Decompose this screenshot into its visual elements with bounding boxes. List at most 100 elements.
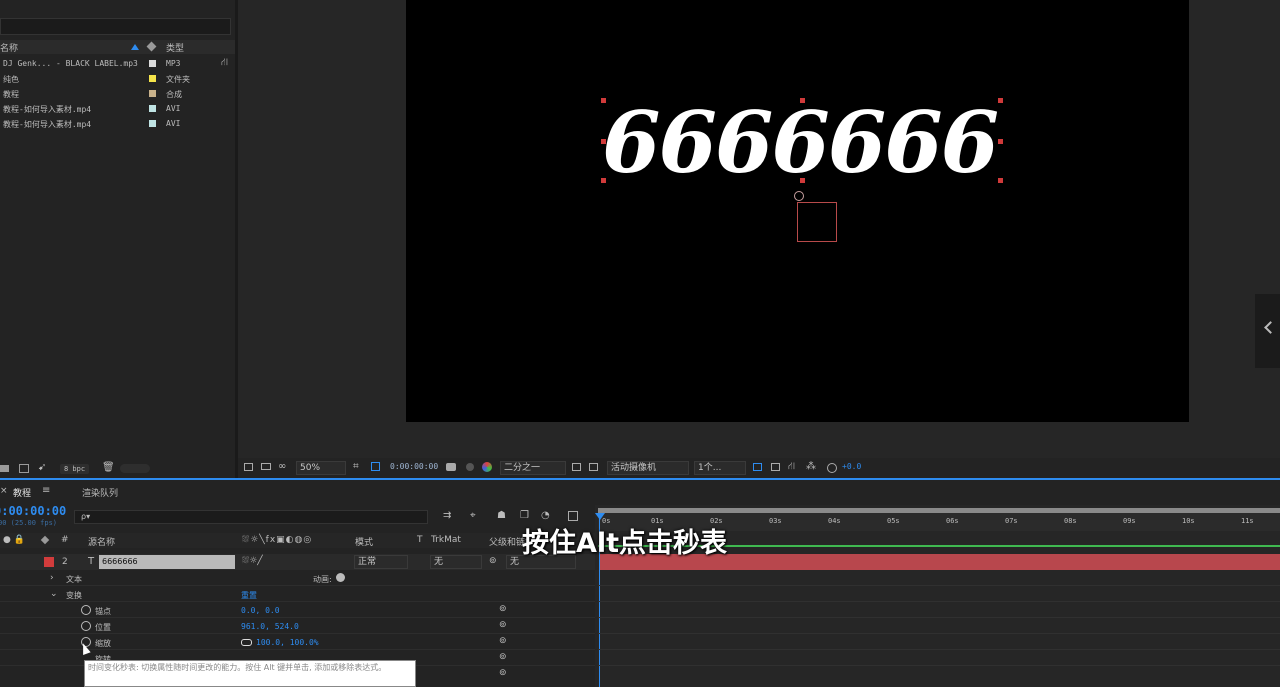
trkmat-dropdown[interactable]: 无 (430, 555, 482, 569)
zoom-dropdown[interactable]: 50% (296, 461, 346, 475)
list-item[interactable]: 教程-如何导入素材.mp4 AVI (0, 102, 220, 117)
expression-pickwhip-icon[interactable]: ⊚ (499, 636, 507, 646)
expression-pickwhip-icon[interactable]: ⊚ (499, 652, 507, 662)
expression-pickwhip-icon[interactable]: ⊚ (499, 620, 507, 630)
close-tab-icon[interactable]: × (0, 486, 8, 496)
constrain-link-icon[interactable] (241, 639, 252, 646)
transparency-grid-icon[interactable] (589, 463, 598, 471)
animate-label[interactable]: 动画: (313, 574, 332, 585)
region-icon[interactable] (371, 462, 380, 471)
graph-editor-icon[interactable] (568, 511, 578, 521)
motion-blur-icon[interactable]: ◔ (541, 510, 550, 521)
stopwatch-icon[interactable] (81, 621, 91, 631)
new-folder-icon[interactable] (0, 465, 9, 472)
list-item[interactable]: 教程 合成 (0, 87, 220, 102)
frame-blend-icon[interactable]: ❐ (520, 510, 529, 521)
layer-row[interactable]: 2 T 6666666 ⛆☼╱ 正常 无 ⊚ 无 (0, 554, 595, 570)
tab-comp[interactable]: 教程 (13, 486, 31, 499)
prop-position-value[interactable]: 961.0, 524.0 (241, 622, 299, 631)
reset-link[interactable]: 重置 (241, 590, 257, 601)
chevron-right-icon[interactable]: › (50, 573, 54, 583)
layer-name-field[interactable]: 6666666 (99, 555, 235, 569)
pickwhip-icon[interactable]: ⊚ (489, 556, 497, 566)
monitor-icon[interactable] (261, 463, 271, 470)
mode-header[interactable]: 模式 (355, 535, 373, 548)
project-scroll[interactable] (120, 464, 150, 473)
expression-pickwhip-icon[interactable]: ⊚ (499, 604, 507, 614)
new-comp-icon[interactable] (19, 464, 29, 473)
project-search-field[interactable] (0, 18, 231, 35)
views-dropdown[interactable]: 1个... (694, 461, 746, 475)
project-header-name[interactable]: 名称 (0, 41, 18, 54)
bbox-handle[interactable] (998, 98, 1003, 103)
label-swatch (149, 60, 156, 67)
trkmat-header[interactable]: TrkMat (431, 535, 461, 545)
resolution-dropdown[interactable]: 二分之一 (500, 461, 566, 475)
list-item[interactable]: DJ Genk... - BLACK LABEL.mp3 MP3 (0, 57, 220, 72)
list-item[interactable]: 纯色 文件夹 (0, 72, 220, 87)
prop-scale-value[interactable]: 100.0, 100.0% (256, 638, 319, 647)
show-channel-icon[interactable] (466, 463, 474, 471)
av-toggle-icon[interactable]: ● 🔒 (3, 535, 25, 545)
stopwatch-icon[interactable] (81, 605, 91, 615)
color-channel-icon[interactable] (482, 462, 492, 472)
tab-render-queue[interactable]: 渲染队列 (82, 486, 118, 499)
anchor-point-icon[interactable] (794, 191, 804, 201)
ruler-label: 07s (1005, 517, 1018, 525)
mode-dropdown[interactable]: 正常 (354, 555, 408, 569)
exposure-reset-icon[interactable] (827, 463, 837, 473)
bbox-handle[interactable] (998, 139, 1003, 144)
layer-search-input[interactable]: ρ▾ (74, 510, 428, 524)
flowchart-icon[interactable]: ⛙ (221, 57, 228, 70)
ruler-label: 11s (1241, 517, 1254, 525)
t-header[interactable]: T (417, 535, 423, 545)
camera-dropdown[interactable]: 活动摄像机 (607, 461, 689, 475)
bpc-toggle[interactable]: 8 bpc (60, 464, 90, 474)
grid-icon[interactable]: ⌗ (353, 461, 359, 472)
tab-menu-icon[interactable]: ≡ (42, 485, 50, 496)
layer-switches[interactable]: ⛆☼╱ (242, 556, 263, 566)
expression-pickwhip-icon[interactable]: ⊚ (499, 668, 507, 678)
roi-icon[interactable] (572, 463, 581, 471)
fps-label: 00 (25.00 fps) (0, 519, 58, 527)
fast-preview-icon[interactable] (753, 463, 762, 471)
search-icon: ρ▾ (81, 512, 91, 521)
animate-play-icon[interactable] (336, 573, 345, 582)
draft-3d-icon[interactable]: ⌖ (470, 510, 476, 521)
comp-mini-flowchart-icon[interactable]: ⇉ (443, 510, 451, 521)
switches-header-icons[interactable]: ⛆☼╲fx▣◐◍◎ (242, 535, 312, 545)
bbox-handle[interactable] (800, 178, 805, 183)
label-swatch (149, 75, 156, 82)
sort-up-icon[interactable] (131, 44, 139, 50)
trash-icon[interactable]: 🗑 (102, 462, 115, 473)
comp-canvas[interactable]: 6666666 (406, 0, 1189, 422)
source-name-header[interactable]: 源名称 (88, 535, 115, 548)
bbox-handle[interactable] (601, 178, 606, 183)
mask-icon[interactable]: ∞ (278, 461, 286, 472)
prop-transform[interactable]: 变换 (66, 590, 82, 601)
playhead-marker-icon[interactable] (595, 513, 605, 520)
list-item[interactable]: 教程-如何导入素材.mp4 AVI (0, 117, 220, 132)
timeline-timecode[interactable]: 0:00:00:00 (0, 504, 66, 518)
current-time[interactable]: 0:00:00:00 (390, 462, 438, 471)
timeline-icon[interactable] (771, 463, 780, 471)
prop-anchor-value[interactable]: 0.0, 0.0 (241, 606, 280, 615)
bbox-handle[interactable] (998, 178, 1003, 183)
flowchart-view-icon[interactable]: ⛙ (788, 461, 795, 474)
camera-icon[interactable] (446, 463, 456, 471)
divider (0, 601, 595, 602)
bbox-handle[interactable] (601, 98, 606, 103)
chevron-down-icon[interactable]: ⌄ (50, 589, 58, 599)
render-icon[interactable]: ➹ (38, 462, 46, 473)
shy-icon[interactable]: ☗ (497, 510, 506, 521)
divider (598, 665, 1280, 666)
bbox-handle[interactable] (601, 139, 606, 144)
video-caption: 按住Alt点击秒表 (522, 528, 728, 559)
bbox-handle[interactable] (800, 98, 805, 103)
exposure-value[interactable]: +0.0 (842, 462, 861, 471)
prop-text[interactable]: 文本 (66, 574, 82, 585)
project-header-type[interactable]: 类型 (166, 41, 184, 54)
nodes-icon[interactable]: ⁂ (806, 461, 816, 472)
layer-label-color[interactable] (44, 557, 54, 567)
snapshot-icon[interactable] (244, 463, 253, 471)
